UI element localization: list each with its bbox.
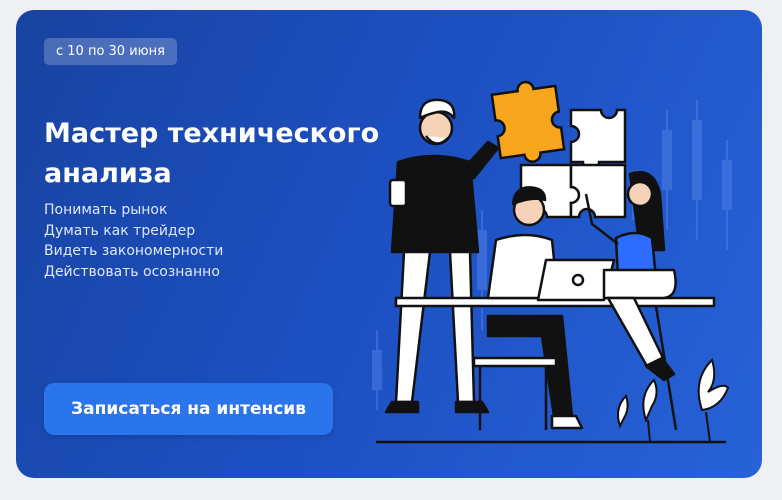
promo-banner[interactable]: с 10 по 30 июня Мастер технического анал… (16, 10, 762, 478)
feature-item: Думать как трейдер (44, 222, 196, 239)
feature-item: Понимать рынок (44, 202, 168, 218)
puzzle-pieces (490, 80, 627, 219)
feature-item: Видеть закономерности (44, 243, 224, 259)
feature-item: Действовать осознанно (44, 263, 220, 280)
date-badge: с 10 по 30 июня (44, 38, 177, 65)
enroll-button[interactable]: Записаться на интенсив (44, 383, 333, 435)
feature-list: Понимать рынок Думать как трейдер Видеть… (44, 200, 223, 282)
team-puzzle-illustration (372, 80, 732, 444)
